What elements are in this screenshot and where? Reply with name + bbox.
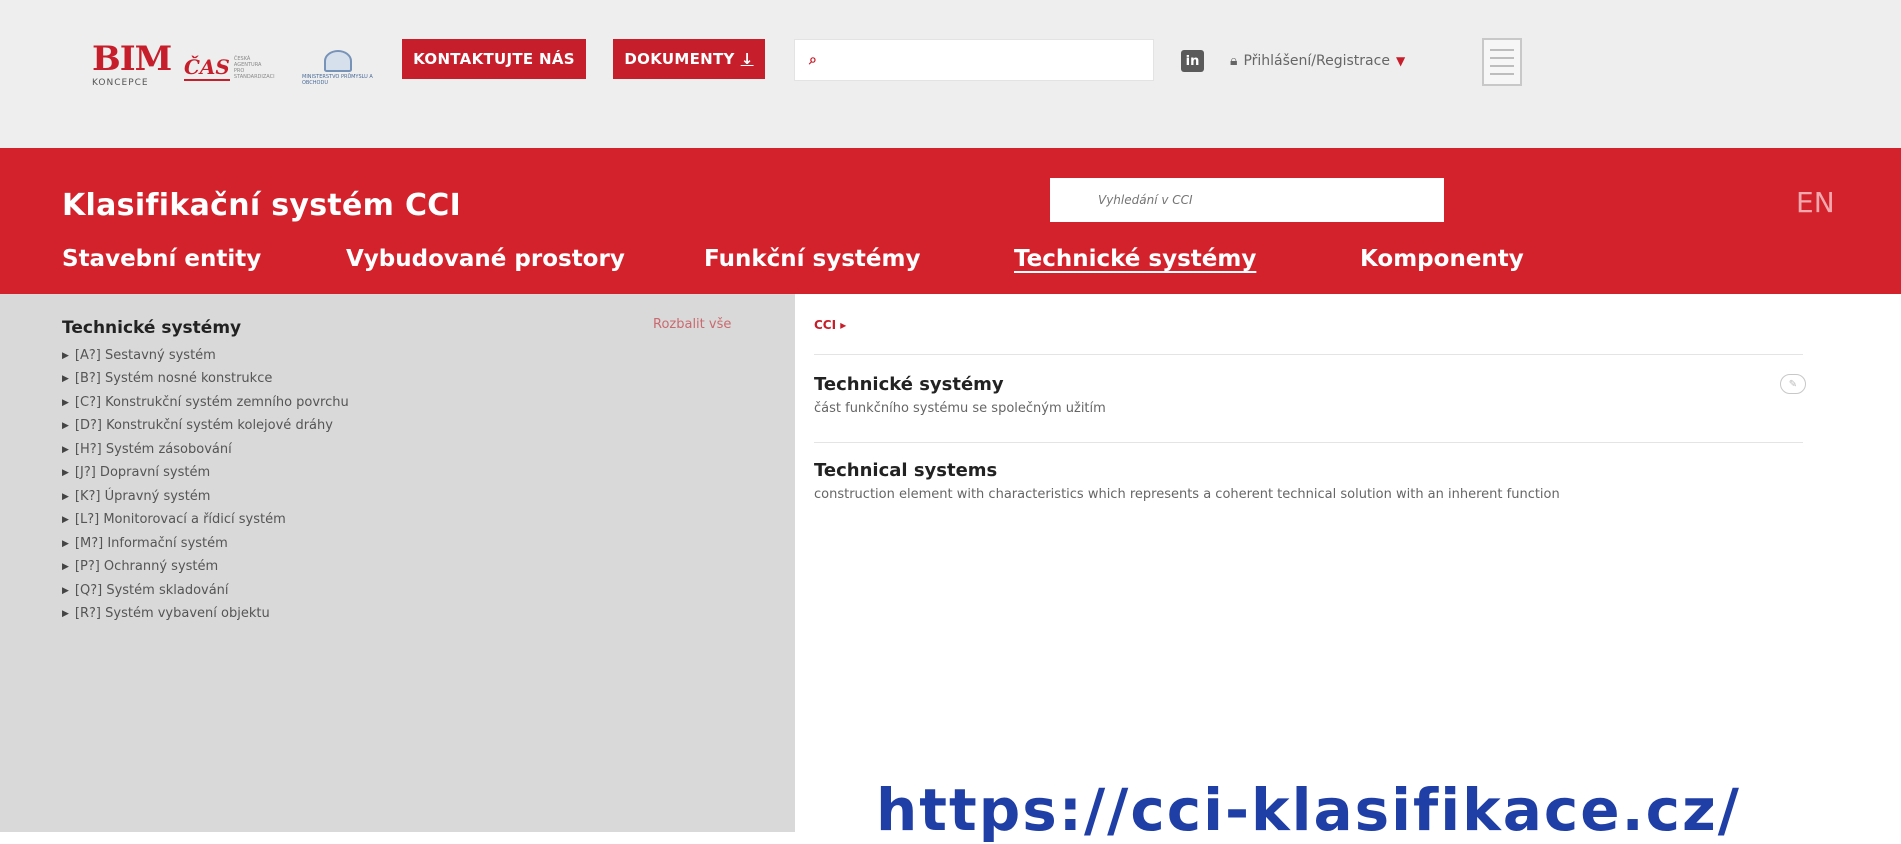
en-term-definition: construction element with characteristic…	[814, 487, 1560, 502]
tree-item[interactable]: ▶ [H?] Systém zásobování	[62, 438, 349, 462]
tree-item[interactable]: ▶ [L?] Monitorovací a řídicí systém	[62, 509, 349, 533]
caret-right-icon: ▶	[62, 444, 69, 455]
caret-right-icon: ▶	[62, 374, 69, 385]
bim-logo-mark: BIM	[92, 39, 172, 79]
nav-stavebni-entity[interactable]: Stavební entity	[62, 246, 261, 272]
divider	[814, 442, 1803, 443]
chevron-down-icon: ▼	[1395, 54, 1406, 68]
page-title: Klasifikační systém CCI	[62, 188, 462, 223]
caret-right-icon: ▶	[62, 585, 69, 596]
ministry-emblem-icon	[324, 50, 352, 72]
tree-item[interactable]: ▶ [A?] Sestavný systém	[62, 344, 349, 368]
expand-all-link[interactable]: Rozbalit vše	[653, 317, 731, 332]
tree-item-label: [M?] Informační systém	[74, 535, 228, 551]
menu-icon[interactable]	[1482, 38, 1522, 86]
tree-item-label: [B?] Systém nosné konstrukce	[74, 371, 273, 387]
caret-right-icon: ▶	[62, 421, 69, 432]
tree-item[interactable]: ▶ [D?] Konstrukční systém kolejové dráhy	[62, 415, 349, 439]
tree-title: Technické systémy	[62, 318, 242, 338]
classification-tree: ▶ [A?] Sestavný systém ▶ [B?] Systém nosné…	[62, 344, 349, 626]
tree-item-label: [H?] Systém zásobování	[74, 441, 232, 457]
contact-button[interactable]: KONTAKTUJTE NÁS	[402, 39, 586, 79]
tree-item-label: [D?] Konstrukční systém kolejové dráhy	[74, 418, 333, 434]
cci-search-input[interactable]	[1050, 178, 1444, 222]
cas-logo-mark: ČAS	[184, 55, 230, 81]
tree-item-label: [C?] Konstrukční systém zemního povrchu	[74, 394, 349, 410]
caret-right-icon: ▶	[62, 350, 69, 361]
tree-item-label: [K?] Úpravný systém	[74, 488, 211, 504]
cz-term-definition: část funkčního systému se společným užit…	[814, 401, 1106, 416]
bim-logo-sub: KONCEPCE	[92, 78, 149, 88]
menu-icon-line	[1490, 49, 1514, 51]
en-term-title: Technical systems	[814, 460, 998, 481]
user-lock-icon: 🔒︎	[1230, 53, 1238, 69]
contact-button-label: KONTAKTUJTE NÁS	[413, 50, 575, 68]
edit-icon[interactable]: ✎	[1780, 374, 1806, 394]
language-switch[interactable]: EN	[1796, 186, 1835, 219]
tree-item[interactable]: ▶ [B?] Systém nosné konstrukce	[62, 368, 349, 392]
logo-group: BIM KONCEPCE ČAS ČESKÁ AGENTURA PRO STAN…	[92, 42, 374, 94]
caret-right-icon: ▶	[62, 397, 69, 408]
tree-item[interactable]: ▶ [Q?] Systém skladování	[62, 579, 349, 603]
tree-item-label: [Q?] Systém skladování	[74, 582, 229, 598]
nav-funkcni-systemy[interactable]: Funkční systémy	[704, 246, 920, 272]
login-label: Přihlášení/Registrace	[1243, 53, 1390, 69]
bim-koncepce-logo[interactable]: BIM KONCEPCE	[92, 39, 172, 94]
documents-button[interactable]: DOKUMENTY ↓	[613, 39, 765, 79]
tree-item-label: [P?] Ochranný systém	[74, 559, 219, 575]
site-search: ⌕	[794, 39, 1154, 81]
tree-item-label: [J?] Dopravní systém	[74, 465, 211, 481]
menu-icon-line	[1490, 73, 1514, 75]
linkedin-icon[interactable]: in	[1181, 50, 1204, 72]
cz-term-title: Technické systémy	[814, 374, 1004, 395]
tree-item[interactable]: ▶ [R?] Systém vybavení objektu	[62, 603, 349, 627]
site-search-input[interactable]	[826, 52, 1127, 68]
login-link[interactable]: 🔒︎ Přihlášení/Registrace ▼	[1230, 49, 1405, 73]
linkedin-icon-label: in	[1185, 53, 1200, 69]
divider	[814, 354, 1803, 355]
caret-right-icon: ▶	[62, 562, 69, 573]
tree-item[interactable]: ▶ [M?] Informační systém	[62, 532, 349, 556]
tree-item[interactable]: ▶ [C?] Konstrukční systém zemního povrchu	[62, 391, 349, 415]
menu-icon-line	[1490, 65, 1514, 67]
breadcrumb[interactable]: CCI ▸	[814, 318, 846, 332]
search-icon[interactable]: ⌕	[809, 52, 817, 68]
nav-vybudovane-prostory[interactable]: Vybudované prostory	[346, 246, 625, 272]
caret-right-icon: ▶	[62, 491, 69, 502]
cas-logo-text: ČESKÁ AGENTURA PRO STANDARDIZACI	[233, 56, 275, 80]
tree-item-label: [R?] Systém vybavení objektu	[74, 606, 270, 622]
documents-button-label: DOKUMENTY	[624, 50, 735, 68]
menu-icon-line	[1490, 57, 1514, 59]
tree-item-label: [L?] Monitorovací a řídicí systém	[74, 512, 286, 528]
caret-right-icon: ▶	[62, 468, 69, 479]
download-icon: ↓	[740, 50, 754, 68]
nav-technicke-systemy[interactable]: Technické systémy	[1014, 246, 1256, 272]
tree-item[interactable]: ▶ [K?] Úpravný systém	[62, 485, 349, 509]
tree-item[interactable]: ▶ [P?] Ochranný systém	[62, 556, 349, 580]
nav-komponenty[interactable]: Komponenty	[1360, 246, 1524, 272]
tree-item[interactable]: ▶ [J?] Dopravní systém	[62, 462, 349, 486]
caret-right-icon: ▶	[62, 515, 69, 526]
cas-logo[interactable]: ČAS ČESKÁ AGENTURA PRO STANDARDIZACI	[184, 53, 276, 83]
ministry-logo-text: MINISTERSTVO PRŮMYSLU A OBCHODU	[302, 74, 373, 86]
tree-item-label: [A?] Sestavný systém	[74, 347, 216, 363]
caret-right-icon: ▶	[62, 538, 69, 549]
caret-right-icon: ▶	[62, 609, 69, 620]
url-overlay: https://cci-klasifikace.cz/	[876, 776, 1741, 844]
ministry-logo[interactable]: MINISTERSTVO PRŮMYSLU A OBCHODU	[302, 46, 374, 90]
